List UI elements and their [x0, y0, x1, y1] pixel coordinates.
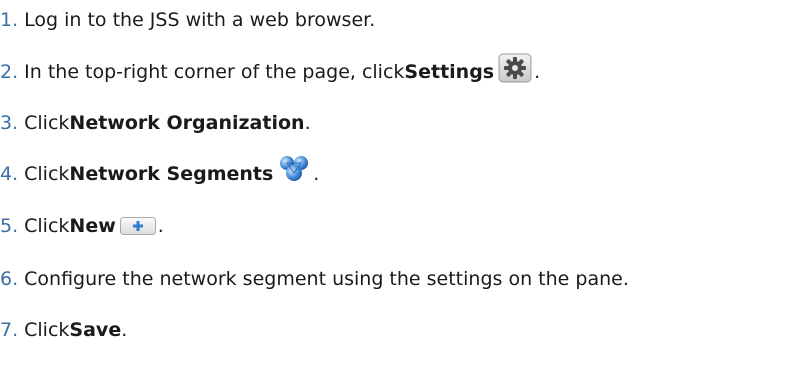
step-text: Configure the network segment using the … — [24, 268, 629, 290]
step-text: Click — [24, 319, 70, 341]
step-text: Click — [24, 163, 70, 185]
step-text: Log in to the JSS with a web browser. — [24, 9, 376, 31]
plus-icon — [119, 217, 156, 235]
step-number: 2. — [0, 61, 19, 83]
step-2: 2. In the top-right corner of the page, … — [0, 53, 541, 84]
step-3: 3. Click Network Organization. — [0, 111, 311, 135]
network-organization-label: Network Organization — [69, 112, 305, 134]
step-number: 4. — [0, 163, 19, 185]
step-number: 7. — [0, 319, 19, 341]
step-4: 4. Click Network Segments . — [0, 156, 320, 186]
step-punctuation: . — [121, 319, 128, 341]
step-number: 6. — [0, 268, 19, 290]
globe-network-icon — [280, 156, 309, 181]
step-punctuation: . — [157, 215, 164, 237]
step-punctuation: . — [304, 112, 311, 134]
step-punctuation: . — [534, 61, 541, 83]
step-text: Click — [24, 215, 70, 237]
step-number: 3. — [0, 112, 19, 134]
step-7: 7. Click Save. — [0, 318, 127, 342]
step-1: 1. Log in to the JSS with a web browser. — [0, 8, 375, 32]
new-label: New — [69, 215, 116, 237]
settings-label: Settings — [404, 61, 495, 83]
step-6: 6. Configure the network segment using t… — [0, 267, 629, 291]
step-text: Click — [24, 112, 70, 134]
network-segments-label: Network Segments — [69, 163, 274, 185]
step-number: 5. — [0, 215, 19, 237]
step-number: 1. — [0, 9, 19, 31]
step-text: In the top-right corner of the page, cli… — [24, 61, 405, 83]
gear-icon — [498, 53, 532, 83]
step-punctuation: . — [313, 163, 320, 185]
save-label: Save — [69, 319, 122, 341]
step-5: 5. Click New . — [0, 214, 164, 238]
